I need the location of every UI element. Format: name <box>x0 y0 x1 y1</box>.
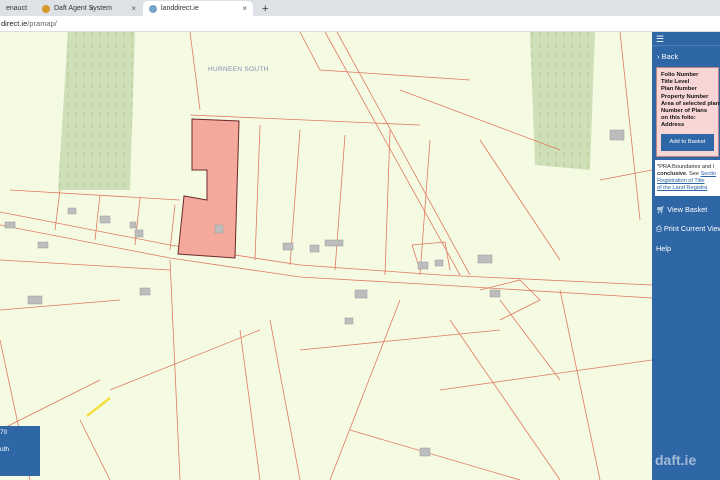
legend-text: uth <box>0 446 40 453</box>
map-canvas[interactable]: HURNEEN SOUTH 70 uth <box>0 32 652 480</box>
forest-area <box>58 32 135 190</box>
close-tab-icon[interactable]: × <box>131 4 136 13</box>
add-to-basket-button[interactable]: Add to Basket <box>661 134 714 151</box>
close-tab-icon[interactable]: × <box>242 4 247 13</box>
url-path: /pramap/ <box>27 19 57 28</box>
tab-label: enauct <box>6 5 27 12</box>
tab-label: landdirect.ie <box>161 5 199 12</box>
tab-label: Daft Agent System <box>54 5 112 12</box>
field-area: Area of selected plans <box>661 101 714 108</box>
field-folio-number: Folio Number <box>661 72 714 79</box>
help-link[interactable]: Help <box>652 239 720 258</box>
tab-landdirect[interactable]: landdirect.ie × <box>143 1 253 16</box>
tab-bar: enauct × Daft Agent System × landdirect.ie… <box>0 0 720 16</box>
back-label: Back <box>662 52 679 61</box>
section-link[interactable]: Sectio <box>701 171 717 177</box>
disclaimer-note: *PRA Boundaries and l conclusive. See Se… <box>655 160 720 196</box>
new-tab-button[interactable]: + <box>256 1 274 16</box>
note-bold: conclusive <box>657 171 686 177</box>
map-legend-box: 70 uth <box>0 426 40 476</box>
print-icon: ⎙ <box>656 224 662 233</box>
landdirect-favicon-icon <box>149 5 157 13</box>
address-bar[interactable]: direct.ie/pramap/ <box>0 16 720 32</box>
note-text: *PRA Boundaries and l <box>657 164 720 171</box>
back-button[interactable]: › Back <box>652 46 720 67</box>
cart-icon: 🛒︎ <box>656 205 665 214</box>
forest-area <box>530 32 595 170</box>
print-view-link[interactable]: ⎙ Print Current View <box>652 219 720 239</box>
url-host: direct.ie <box>1 19 27 28</box>
daft-favicon-icon <box>42 5 50 13</box>
legend-text: 70 <box>0 429 40 436</box>
daft-watermark: daft.ie <box>655 452 696 468</box>
townland-label: HURNEEN SOUTH <box>208 66 269 73</box>
sidebar: ☰ › Back Folio Number Title Level Plan N… <box>652 32 720 480</box>
map-svg <box>0 32 652 480</box>
tab-daft[interactable]: Daft Agent System × <box>36 1 142 16</box>
folio-info-panel: Folio Number Title Level Plan Number Pro… <box>656 67 719 157</box>
land-registry-link[interactable]: of the Land Registra <box>657 185 707 191</box>
print-label: Print Current View <box>664 224 720 233</box>
field-plan-number: Plan Number <box>661 86 714 93</box>
field-number-of-plans: Number of Plans on this folio: <box>661 108 714 122</box>
registration-link[interactable]: Registration of Title <box>657 178 705 184</box>
field-address: Address <box>661 122 714 129</box>
menu-icon[interactable]: ☰ <box>652 32 720 46</box>
view-basket-link[interactable]: 🛒︎ View Basket <box>652 200 720 219</box>
field-title-level: Title Level <box>661 79 714 86</box>
view-basket-label: View Basket <box>667 205 707 214</box>
field-property-number: Property Number <box>661 94 714 101</box>
note-text: . See <box>686 171 701 177</box>
